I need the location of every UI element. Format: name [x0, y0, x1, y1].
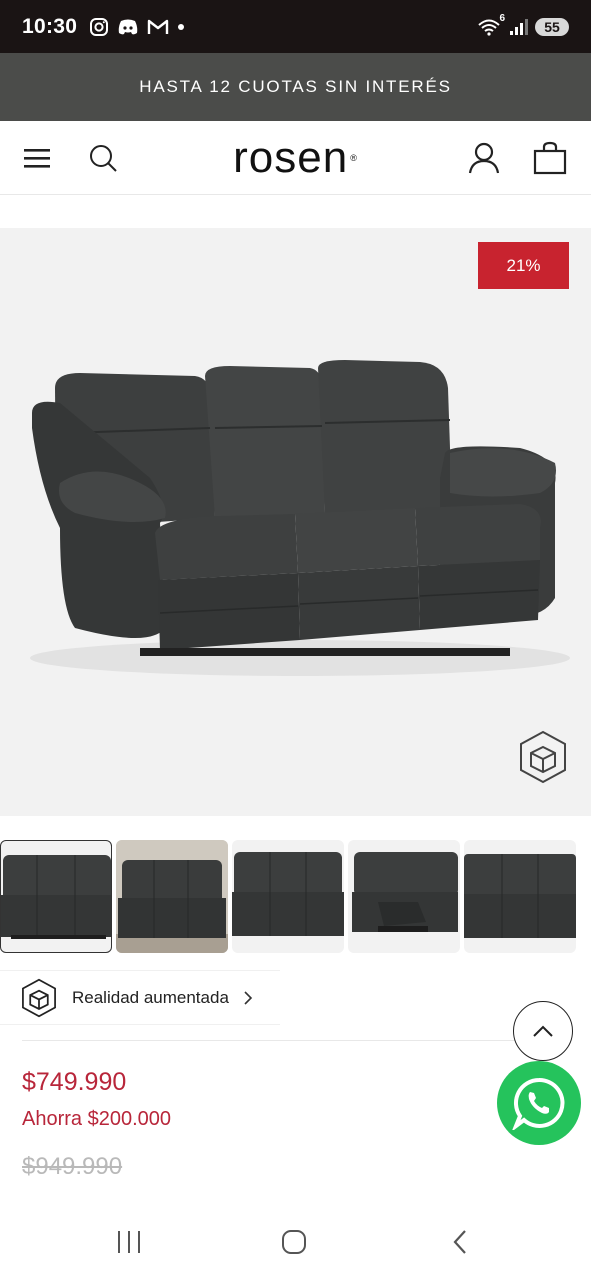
- instagram-icon: [90, 17, 109, 36]
- thumbnail-image: [464, 854, 576, 938]
- promo-text: HASTA 12 CUOTAS SIN INTERÉS: [139, 77, 452, 96]
- thumbnail-image: [352, 852, 458, 932]
- signal-icon: [510, 18, 528, 35]
- sofa-image: [30, 360, 570, 676]
- thumbnail[interactable]: [348, 840, 460, 953]
- wifi-badge: 6: [499, 12, 505, 24]
- thumbnail[interactable]: [0, 840, 112, 953]
- current-price: $749.990: [22, 1068, 127, 1096]
- recents-button[interactable]: [99, 1220, 159, 1264]
- scroll-to-top-button[interactable]: [513, 1001, 573, 1061]
- ar-label: Realidad aumentada: [72, 987, 229, 1007]
- thumbnail-image: [1, 855, 111, 939]
- system-nav-bar: [0, 1200, 591, 1280]
- chevron-right-icon: [244, 990, 253, 1005]
- divider: [22, 1040, 522, 1041]
- cart-icon: [533, 141, 567, 175]
- logo-text: rosen: [233, 133, 349, 182]
- back-icon: [453, 1230, 466, 1254]
- status-time: 10:30: [22, 14, 78, 38]
- promo-banner: HASTA 12 CUOTAS SIN INTERÉS: [0, 53, 591, 121]
- account-icon: [468, 142, 500, 174]
- menu-button[interactable]: [12, 121, 62, 195]
- savings-text: Ahorra $200.000: [22, 1108, 172, 1130]
- back-button[interactable]: [430, 1220, 490, 1264]
- logo-mark: ®: [350, 153, 358, 163]
- wifi-indicator: 6: [477, 13, 505, 37]
- menu-icon: [24, 149, 50, 168]
- thumbnail-image: [232, 852, 344, 936]
- original-price: $949.990: [22, 1153, 123, 1180]
- thumbnail[interactable]: [116, 840, 228, 953]
- thumbnail-image: [116, 840, 228, 953]
- battery-indicator: 55: [535, 17, 569, 36]
- discord-icon: [118, 19, 138, 34]
- cart-button[interactable]: [525, 121, 575, 195]
- ar-cube-icon: [22, 978, 56, 1017]
- ar-view-button[interactable]: [517, 729, 569, 790]
- whatsapp-button[interactable]: [497, 1061, 581, 1145]
- thumbnail[interactable]: [464, 840, 576, 953]
- home-icon: [282, 1230, 306, 1254]
- site-header: rosen ®: [0, 121, 591, 195]
- dot-icon: [178, 23, 185, 30]
- search-icon: [90, 145, 117, 172]
- chevron-up-icon: [533, 1025, 553, 1037]
- gmail-icon: [148, 19, 169, 34]
- search-button[interactable]: [78, 121, 128, 195]
- recents-icon: [118, 1231, 140, 1253]
- product-image[interactable]: 21%: [0, 228, 591, 816]
- home-button[interactable]: [264, 1220, 324, 1264]
- ar-link[interactable]: Realidad aumentada: [0, 970, 280, 1025]
- ar-cube-icon: [520, 730, 566, 784]
- account-button[interactable]: [459, 121, 509, 195]
- whatsapp-icon: [512, 1077, 565, 1130]
- system-indicators: 6 55: [477, 13, 569, 37]
- notification-icons: [89, 17, 185, 37]
- status-bar: 10:30 6 55: [0, 0, 591, 53]
- thumbnail-strip: [0, 840, 591, 955]
- thumbnail[interactable]: [232, 840, 344, 953]
